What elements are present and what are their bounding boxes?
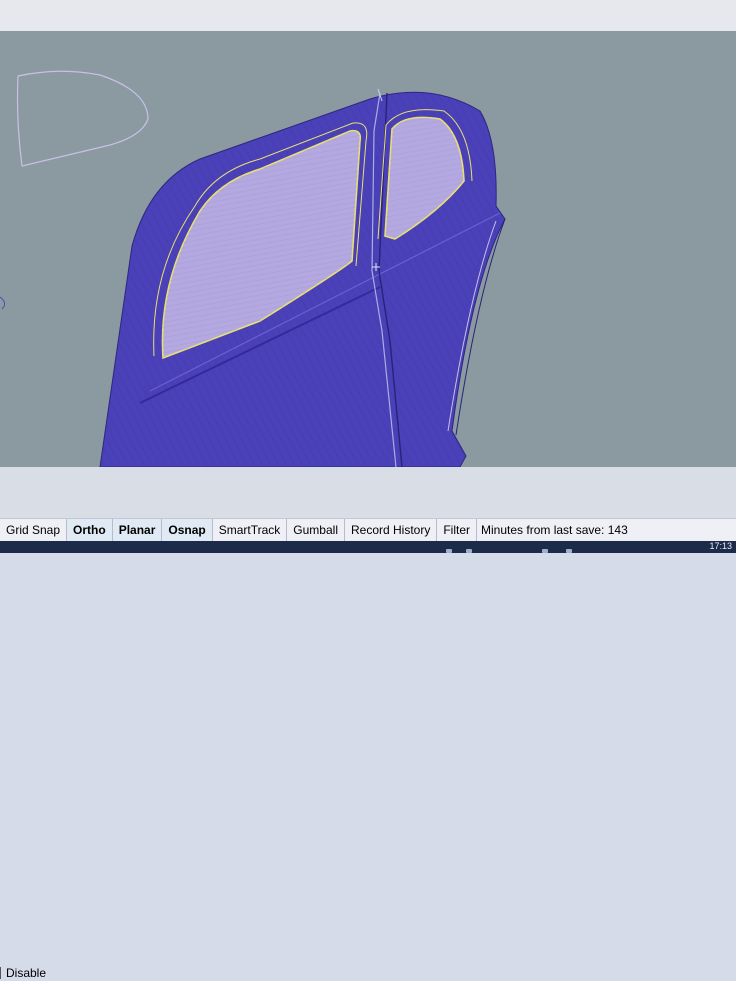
osnap-disable-option[interactable]: Disable <box>0 965 46 981</box>
perspective-viewport[interactable] <box>0 31 736 467</box>
disable-label: Disable <box>6 966 47 980</box>
title-strip <box>0 0 736 31</box>
status-message: Minutes from last save: 143 <box>481 523 628 537</box>
status-bar: Grid Snap Ortho Planar Osnap SmartTrack … <box>0 518 736 541</box>
osnap-pane[interactable]: Osnap <box>162 519 213 541</box>
taskbar-clock: 17:13 <box>709 541 732 551</box>
record-history-pane[interactable]: Record History <box>345 519 438 541</box>
sketch-curve-edge <box>0 296 6 310</box>
planar-pane[interactable]: Planar <box>112 519 163 541</box>
grid-snap-pane[interactable]: Grid Snap <box>0 519 68 541</box>
car-body-model[interactable] <box>0 31 736 467</box>
taskbar: 17:13 <box>0 541 736 553</box>
tray-icon[interactable] <box>446 549 452 553</box>
tray-icon[interactable] <box>542 549 548 553</box>
sketch-curve <box>16 70 149 167</box>
smarttrack-pane[interactable]: SmartTrack <box>213 519 288 541</box>
disable-checkbox[interactable] <box>0 967 2 979</box>
filter-pane[interactable]: Filter <box>437 519 478 541</box>
tray-icon[interactable] <box>466 549 472 553</box>
ortho-pane[interactable]: Ortho <box>67 519 113 541</box>
tray-icon[interactable] <box>566 549 572 553</box>
osnap-panel: Disable <box>0 467 736 980</box>
gumball-pane[interactable]: Gumball <box>287 519 345 541</box>
